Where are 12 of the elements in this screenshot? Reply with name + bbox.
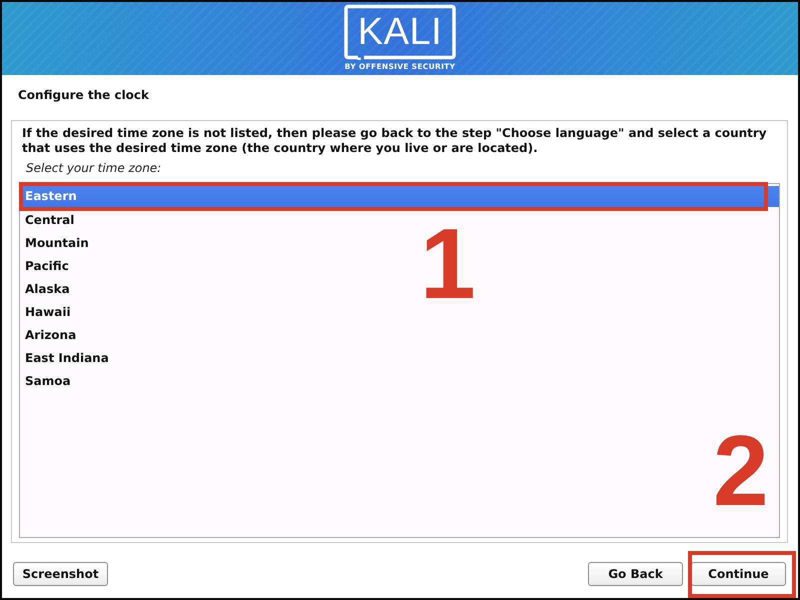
logo-wordmark: KALI [344,4,456,60]
step-number: 2 [713,421,769,521]
step-title: Configure the clock [17,87,150,103]
dialog-button[interactable]: Screenshot [13,562,108,586]
instructions-text: If the desired time zone is not listed, then please go back to the step "Choose language" and select a country that uses the desired time zone (the country where you live or are located). [22,126,768,156]
dialog-button[interactable]: Go Back [588,562,683,586]
time-zone-option[interactable]: Samoa [20,370,779,393]
time-zone-option[interactable]: Eastern [20,186,779,207]
time-zone-option[interactable]: Arizona [20,324,779,347]
list-prompt: Select your time zone: [26,161,162,175]
dialog-button[interactable]: Continue [691,562,786,586]
time-zone-option[interactable]: East Indiana [20,347,779,370]
